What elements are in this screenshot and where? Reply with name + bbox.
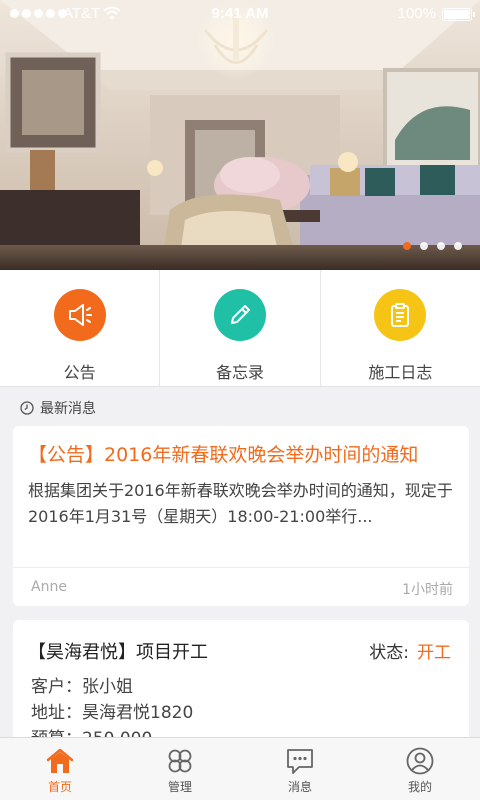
- quick-action-memo[interactable]: 备忘录: [160, 270, 321, 386]
- living-room-photo: [0, 0, 480, 270]
- grid-icon: [168, 749, 192, 773]
- divider: [13, 567, 469, 568]
- project-status-label: 状态:: [369, 643, 409, 663]
- pencil-icon: [213, 289, 266, 341]
- megaphone-icon: [53, 289, 106, 341]
- battery-percent: 100%: [397, 5, 436, 22]
- user-icon: [406, 747, 434, 775]
- notice-title: 【公告】2016年新春联欢晚会举办时间的通知: [28, 444, 419, 466]
- carousel-dot-2[interactable]: [420, 242, 428, 250]
- quick-action-label: 施工日志: [368, 363, 433, 382]
- tab-profile[interactable]: 我的: [360, 738, 480, 800]
- carousel-dot-4[interactable]: [454, 242, 462, 250]
- tab-label: 管理: [167, 780, 192, 794]
- notice-time: 1小时前: [402, 582, 453, 598]
- hero-banner[interactable]: AT&T 9:41 AM 100%: [0, 0, 480, 270]
- carousel-dot-3[interactable]: [437, 242, 445, 250]
- quick-action-label: 备忘录: [215, 363, 264, 382]
- tab-manage[interactable]: 管理: [120, 738, 240, 800]
- chat-icon: [287, 749, 313, 774]
- notice-card[interactable]: 【公告】2016年新春联欢晚会举办时间的通知 根据集团关于2016年新春联欢晚会…: [13, 426, 469, 606]
- project-address: 地址：昊海君悦1820: [31, 703, 194, 723]
- status-bar: AT&T 9:41 AM 100%: [0, 0, 480, 28]
- tab-home[interactable]: 首页: [0, 738, 120, 800]
- quick-action-construction-log[interactable]: 施工日志: [321, 270, 480, 386]
- project-status: 状态: 开工: [369, 638, 451, 663]
- bottom-tab-bar: 首页 管理 消息 我的: [0, 737, 480, 800]
- battery-icon: [442, 8, 475, 21]
- quick-action-announcement[interactable]: 公告: [0, 270, 161, 386]
- notice-author: Anne: [31, 579, 67, 595]
- news-section-title: 最新消息: [40, 401, 96, 417]
- news-section-header: 最新消息: [20, 398, 96, 418]
- notice-body: 根据集团关于2016年新春联欢晚会举办时间的通知，现定于2016年1月31号（星…: [28, 481, 453, 526]
- quick-actions: 公告 备忘录 施工日志: [0, 270, 480, 387]
- project-customer: 客户：张小姐: [31, 677, 133, 697]
- project-status-value: 开工: [417, 643, 451, 663]
- tab-label: 首页: [47, 780, 72, 794]
- tab-messages[interactable]: 消息: [240, 738, 360, 800]
- clock-icon: [20, 401, 34, 415]
- home-icon: [46, 748, 74, 773]
- project-title: 【昊海君悦】项目开工: [28, 642, 208, 663]
- carousel-dot-1[interactable]: [403, 242, 411, 250]
- carousel-indicator: [403, 242, 462, 250]
- project-card[interactable]: 【昊海君悦】项目开工 状态:开工 客户：张小姐 地址：昊海君悦1820 预算：2…: [13, 620, 469, 750]
- quick-action-label: 公告: [63, 363, 96, 382]
- tab-label: 消息: [287, 780, 312, 794]
- clipboard-icon: [374, 289, 427, 341]
- tab-label: 我的: [407, 780, 432, 794]
